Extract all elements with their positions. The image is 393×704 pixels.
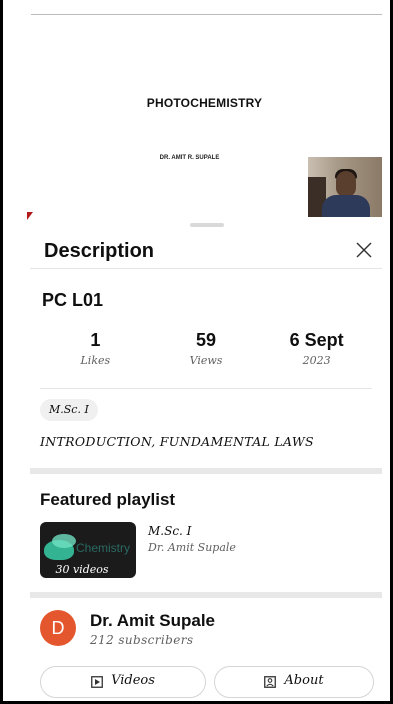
header-divider xyxy=(30,268,382,269)
stat-views-label: Views xyxy=(189,354,223,367)
video-top-line xyxy=(31,14,382,15)
playlist-owner: Dr. Amit Supale xyxy=(148,541,236,554)
avatar[interactable]: D xyxy=(40,610,76,646)
tag-chip[interactable]: M.Sc. I xyxy=(40,399,98,421)
stat-date-year: 2023 xyxy=(302,354,331,367)
section-divider xyxy=(30,468,382,474)
video-title: PC L01 xyxy=(42,290,104,310)
stat-date-value: 6 Sept xyxy=(289,330,344,350)
close-button[interactable] xyxy=(352,238,376,262)
channel-row[interactable]: D Dr. Amit Supale 212 subscribers xyxy=(40,610,370,654)
slide-title: PHOTOCHEMISTRY xyxy=(146,96,263,110)
videos-button[interactable]: Videos xyxy=(40,666,206,698)
playlist-thumb-text: Chemistry xyxy=(76,541,131,555)
video-stats: 1 Likes 59 Views 6 Sept 2023 xyxy=(40,330,372,378)
channel-name[interactable]: Dr. Amit Supale xyxy=(90,611,215,631)
featured-playlist-heading: Featured playlist xyxy=(40,490,176,509)
stat-views-value: 59 xyxy=(195,330,217,350)
webcam-inset xyxy=(308,157,382,217)
description-text: INTRODUCTION, FUNDAMENTAL LAWS xyxy=(40,434,314,449)
playlist-name: M.Sc. I xyxy=(148,524,192,538)
playlist-card[interactable]: Chemistry 30 videos M.Sc. I Dr. Amit Sup… xyxy=(40,522,370,578)
app-frame: PHOTOCHEMISTRY DR. AMIT R. SUPALE Descri… xyxy=(0,0,393,704)
section-divider-2 xyxy=(30,592,382,598)
stat-date: 6 Sept 2023 xyxy=(261,330,372,378)
sheet-header: Description xyxy=(30,232,382,272)
stat-views: 59 Views xyxy=(151,330,262,378)
description-sheet: Description PC L01 1 Likes 59 Views 6 Se… xyxy=(30,218,382,701)
stat-likes: 1 Likes xyxy=(40,330,151,378)
about-button-label: About xyxy=(284,673,324,688)
close-icon xyxy=(356,242,372,258)
drag-handle[interactable] xyxy=(190,223,224,227)
play-icon xyxy=(91,676,103,688)
playlist-thumbnail: Chemistry 30 videos xyxy=(40,522,136,578)
stat-likes-label: Likes xyxy=(80,354,111,367)
stats-divider xyxy=(40,388,372,389)
about-button[interactable]: About xyxy=(214,666,374,698)
playlist-count: 30 videos xyxy=(55,563,109,576)
videos-button-label: Videos xyxy=(111,673,155,688)
person-icon xyxy=(264,676,277,688)
subscriber-count: 212 subscribers xyxy=(90,633,194,647)
slide-author: DR. AMIT R. SUPALE xyxy=(159,155,220,161)
sheet-title: Description xyxy=(44,240,155,262)
progress-marker xyxy=(27,212,33,220)
playlist-info: M.Sc. I Dr. Amit Supale xyxy=(148,522,236,578)
stat-likes-value: 1 xyxy=(90,330,101,350)
video-player[interactable]: PHOTOCHEMISTRY DR. AMIT R. SUPALE xyxy=(27,0,382,220)
